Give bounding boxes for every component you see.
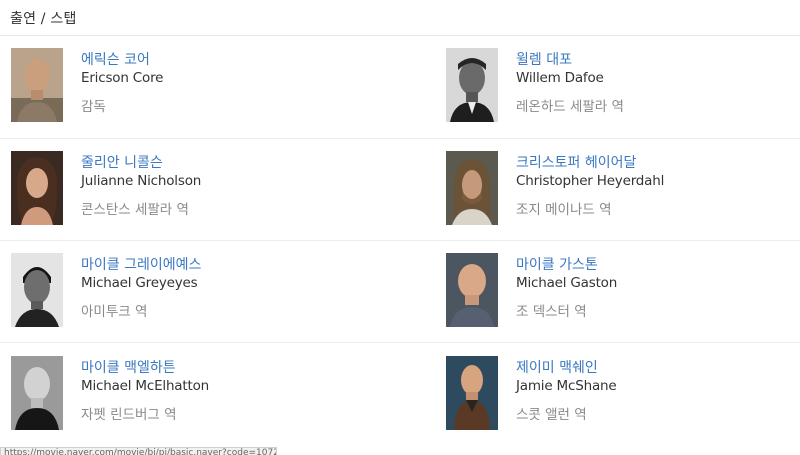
person-role: 레온하드 세팔라 역	[516, 99, 624, 115]
person-name-ko[interactable]: 줄리안 니콜슨	[81, 154, 201, 172]
person-photo[interactable]	[446, 356, 498, 430]
row-divider	[0, 240, 800, 241]
person-role: 콘스탄스 세팔라 역	[81, 202, 189, 218]
person-name-ko[interactable]: 제이미 맥쉐인	[516, 359, 616, 377]
person-name-en: Michael McElhatton	[81, 378, 209, 394]
person-photo[interactable]	[446, 48, 498, 122]
person-photo[interactable]	[446, 253, 498, 327]
row-divider	[0, 342, 800, 343]
person-name-ko[interactable]: 마이클 맥엘하튼	[81, 359, 209, 377]
person-card: 마이클 가스톤 Michael Gaston 조 덱스터 역	[446, 253, 800, 333]
person-name-ko[interactable]: 에릭슨 코어	[81, 51, 163, 69]
person-role: 스콧 앨런 역	[516, 407, 587, 423]
person-name-ko[interactable]: 마이클 가스톤	[516, 256, 617, 274]
person-name-ko[interactable]: 마이클 그레이에예스	[81, 256, 201, 274]
person-card: 마이클 그레이에예스 Michael Greyeyes 아미투크 역	[11, 253, 391, 333]
section-title: 출연 / 스탭	[10, 11, 77, 27]
title-divider	[0, 35, 800, 36]
person-card: 마이클 맥엘하튼 Michael McElhatton 자펫 린드버그 역	[11, 356, 391, 436]
person-role: 조 덱스터 역	[516, 304, 587, 320]
person-role: 조지 메이나드 역	[516, 202, 612, 218]
person-photo[interactable]	[11, 356, 63, 430]
person-name-en: Julianne Nicholson	[81, 173, 202, 189]
person-role: 아미투크 역	[81, 304, 148, 320]
person-card: 윌렘 대포 Willem Dafoe 레온하드 세팔라 역	[446, 48, 800, 128]
person-role: 감독	[81, 99, 106, 115]
person-role: 자펫 린드버그 역	[81, 407, 177, 423]
row-divider	[0, 138, 800, 139]
person-card: 에릭슨 코어 Ericson Core 감독	[11, 48, 391, 128]
link-status-bar: https://movie.naver.com/movie/bi/pi/basi…	[0, 447, 277, 455]
person-name-en: Willem Dafoe	[516, 70, 604, 86]
person-card: 줄리안 니콜슨 Julianne Nicholson 콘스탄스 세팔라 역	[11, 151, 391, 231]
person-name-en: Ericson Core	[81, 70, 164, 86]
person-photo[interactable]	[11, 151, 63, 225]
person-name-en: Michael Greyeyes	[81, 275, 198, 291]
person-name-en: Michael Gaston	[516, 275, 618, 291]
cast-crew-page: 출연 / 스탭 에릭슨 코어 Ericson Core 감독 윌렘 대포 Wil…	[0, 0, 800, 455]
person-photo[interactable]	[11, 48, 63, 122]
person-name-en: Christopher Heyerdahl	[516, 173, 665, 189]
person-photo[interactable]	[11, 253, 63, 327]
person-name-ko[interactable]: 크리스토퍼 헤이어달	[516, 154, 664, 172]
person-photo[interactable]	[446, 151, 498, 225]
person-name-ko[interactable]: 윌렘 대포	[516, 51, 624, 69]
person-card: 제이미 맥쉐인 Jamie McShane 스콧 앨런 역	[446, 356, 800, 436]
person-card: 크리스토퍼 헤이어달 Christopher Heyerdahl 조지 메이나드…	[446, 151, 800, 231]
person-name-en: Jamie McShane	[516, 378, 617, 394]
